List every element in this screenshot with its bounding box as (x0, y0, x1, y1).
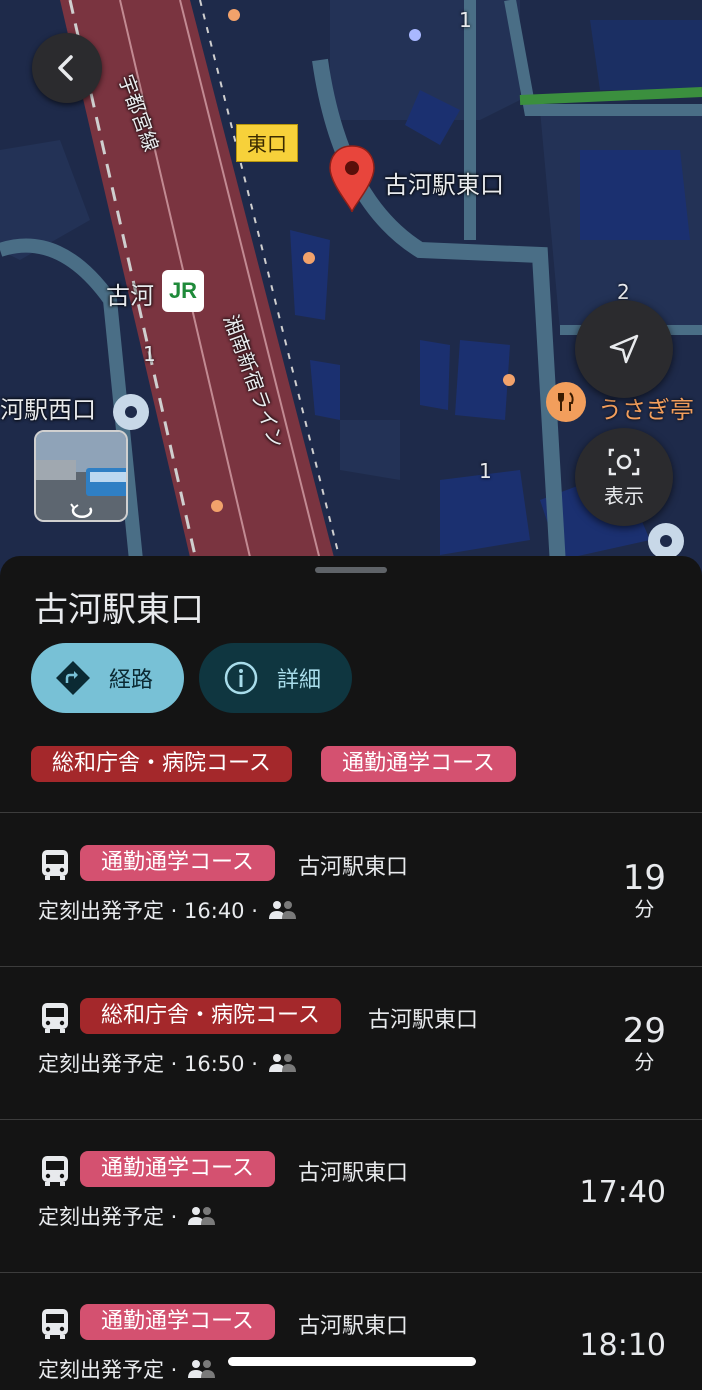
route-number: 1 (479, 459, 492, 483)
west-exit-label[interactable]: 河駅西口 (0, 390, 96, 425)
eta-unit: 分 (634, 897, 655, 921)
route-chip: 通勤通学コース (80, 1304, 275, 1340)
display-label: 表示 (604, 483, 644, 508)
schedule-label: 定刻出発予定 · 16:40 · (38, 899, 258, 923)
crowding-icon (268, 1054, 296, 1072)
eta-number: 19 (622, 858, 666, 898)
details-button[interactable]: 詳細 (199, 643, 352, 713)
schedule-text: 定刻出発予定 · (38, 1354, 217, 1384)
schedule-label: 定刻出発予定 · (38, 1358, 178, 1382)
place-pin-label[interactable]: 古河駅東口 (384, 165, 504, 200)
route-filter-chip[interactable]: 総和庁舎・病院コース (31, 746, 292, 782)
bus-icon (42, 850, 68, 880)
route-chip: 通勤通学コース (80, 1151, 275, 1187)
directions-label: 経路 (109, 668, 154, 693)
stop-title: 古河駅東口 (34, 590, 204, 630)
eta-unit: 分 (634, 1050, 655, 1074)
route-chip: 通勤通学コース (80, 845, 275, 881)
bus-icon (42, 1003, 68, 1033)
route-chip: 総和庁舎・病院コース (80, 998, 341, 1034)
departure-time: 17:40 (579, 1175, 666, 1210)
map-view[interactable]: 古河駅東口 東口 古河 JR 宇都宮線 湘南新宿ライン 河駅西口 1 2 1 1… (0, 0, 702, 600)
chevron-left-icon (58, 55, 73, 81)
departure-row[interactable]: 通勤通学コース 古河駅東口 定刻出発予定 · 16:40 · 19 分 (0, 813, 702, 965)
my-location-button[interactable] (575, 300, 673, 398)
home-indicator[interactable] (228, 1357, 476, 1366)
schedule-label: 定刻出発予定 · (38, 1205, 178, 1229)
bus-icon (42, 1309, 68, 1339)
departure-row[interactable]: 通勤通学コース 古河駅東口 定刻出発予定 · 17:40 (0, 1119, 702, 1271)
fork-knife-icon (558, 392, 574, 411)
info-icon (224, 661, 258, 695)
back-button[interactable] (32, 33, 102, 103)
bus-icon (42, 1156, 68, 1186)
restaurant-pin[interactable] (546, 382, 586, 422)
directions-icon (56, 661, 90, 695)
navigation-arrow-icon (609, 334, 639, 364)
destination: 古河駅東口 (298, 1314, 409, 1339)
route-number: 1 (143, 342, 156, 366)
departure-row[interactable]: 総和庁舎・病院コース 古河駅東口 定刻出発予定 · 16:50 · 29 分 (0, 966, 702, 1118)
crowding-icon (188, 1360, 216, 1378)
jr-logo-icon[interactable]: JR (162, 270, 204, 312)
station-label[interactable]: 古河 (106, 276, 154, 311)
route-filter-chip[interactable]: 通勤通学コース (321, 746, 516, 782)
east-exit-tag[interactable]: 東口 (236, 124, 298, 162)
street-view-thumbnail[interactable] (34, 430, 128, 522)
destination: 古河駅東口 (368, 1008, 479, 1033)
lens-display-button[interactable]: 表示 (575, 428, 673, 526)
place-sheet[interactable]: 古河駅東口 経路 詳細 総和庁舎・病院コース 通勤通学コース 通勤通学コース 古… (0, 556, 702, 1390)
sheet-drag-handle[interactable] (315, 567, 387, 573)
route-number: 1 (459, 8, 472, 32)
departure-time: 18:10 (579, 1328, 666, 1363)
departure-row[interactable]: 通勤通学コース 古河駅東口 定刻出発予定 · 18:10 (0, 1272, 702, 1390)
camera-lens-icon (608, 448, 640, 475)
schedule-text: 定刻出発予定 · 16:40 · (38, 895, 298, 925)
details-label: 詳細 (277, 668, 322, 693)
directions-button[interactable]: 経路 (31, 643, 184, 713)
crowding-icon (188, 1207, 216, 1225)
schedule-text: 定刻出発予定 · 16:50 · (38, 1048, 298, 1078)
destination: 古河駅東口 (298, 1161, 409, 1186)
street-view-image (36, 432, 126, 520)
eta-number: 29 (622, 1011, 666, 1051)
schedule-text: 定刻出発予定 · (38, 1201, 217, 1231)
schedule-label: 定刻出発予定 · 16:50 · (38, 1052, 258, 1076)
eta: 29 分 (623, 1012, 666, 1074)
crowding-icon (268, 901, 296, 919)
eta: 19 分 (623, 859, 666, 921)
destination: 古河駅東口 (298, 855, 409, 880)
